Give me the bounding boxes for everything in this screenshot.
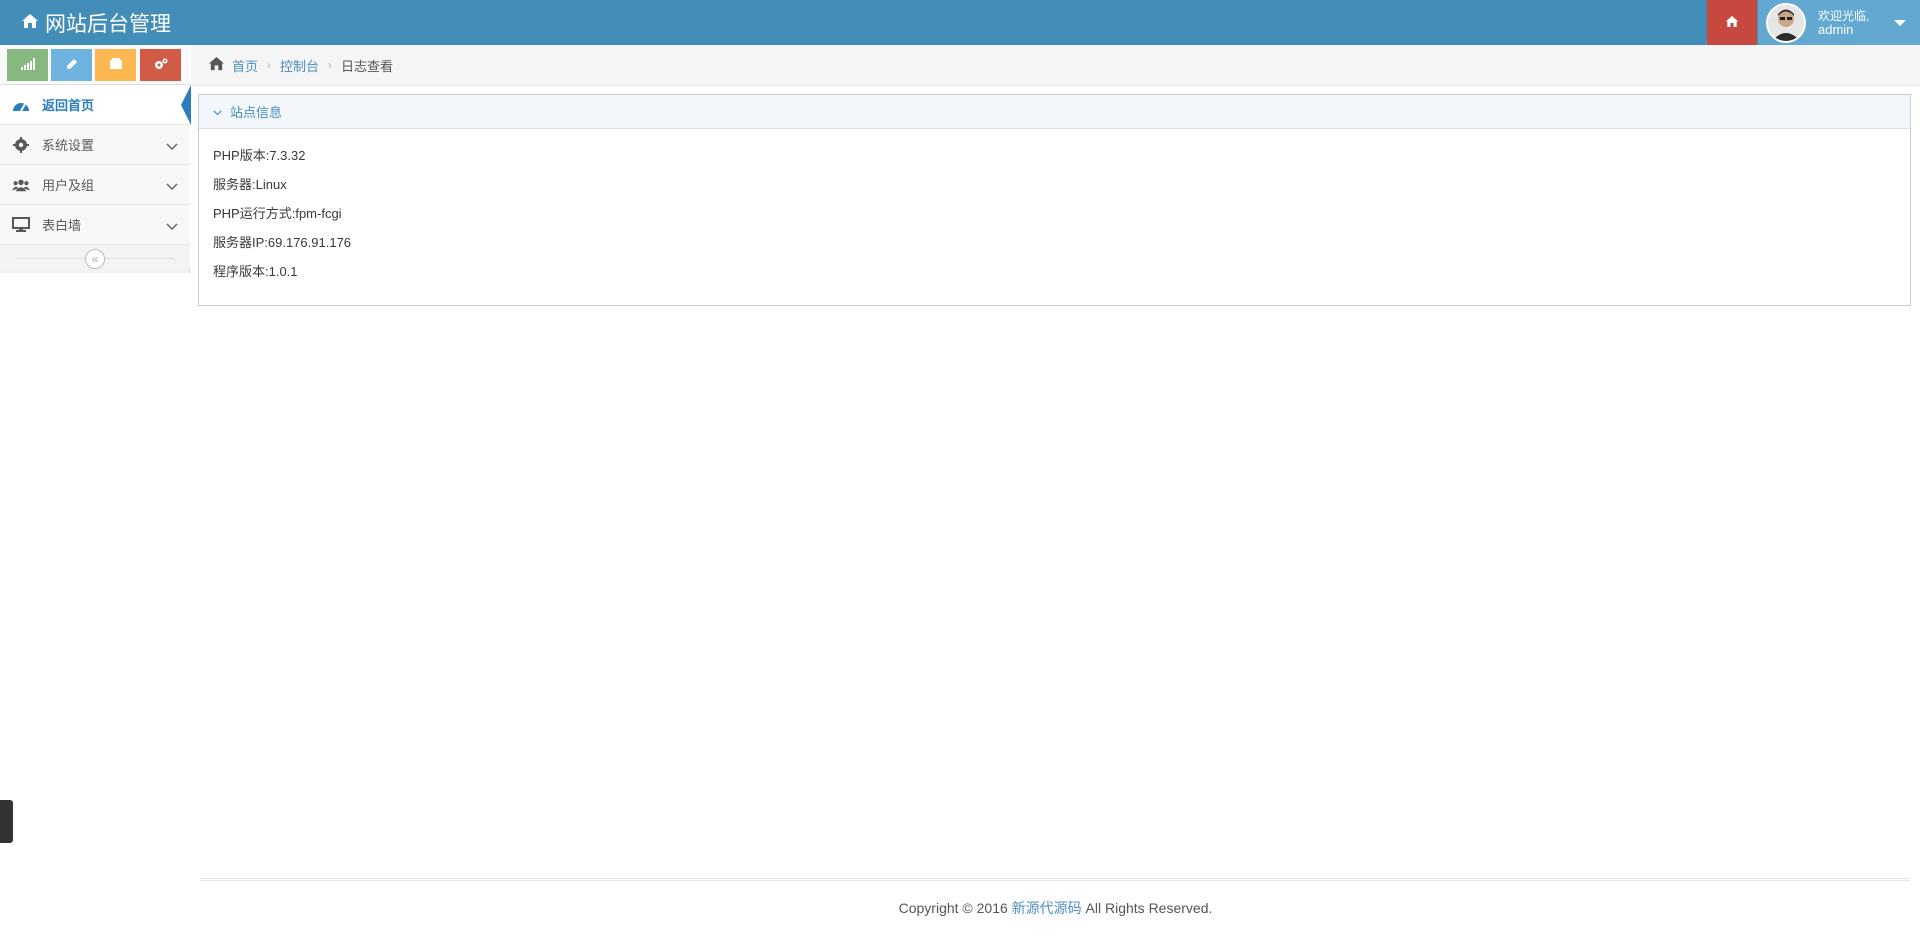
breadcrumb-console-link[interactable]: 控制台 — [280, 56, 319, 75]
shortcut-users-button[interactable] — [95, 49, 136, 81]
server-ip-row: 服务器IP:69.176.91.176 — [213, 235, 352, 250]
shortcut-stats-button[interactable] — [7, 49, 48, 81]
group-icon — [109, 57, 123, 73]
footer-brand-link[interactable]: 新源代源码 — [1012, 900, 1082, 916]
sidebar-item-home[interactable]: 返回首页 — [0, 85, 191, 125]
chevron-down-icon — [166, 219, 178, 234]
breadcrumb-separator-icon: › — [328, 58, 333, 72]
breadcrumb-home-link[interactable]: 首页 — [232, 56, 258, 75]
footer: Copyright © 2016 新源代源码 All Rights Reserv… — [191, 898, 1920, 918]
brand[interactable]: 网站后台管理 — [21, 0, 171, 45]
users-icon — [12, 178, 30, 192]
php-mode-row: PHP运行方式:fpm-fcgi — [213, 206, 342, 221]
php-version-row: PHP版本:7.3.32 — [213, 148, 306, 163]
breadcrumb: 首页 › 控制台 › 日志查看 — [191, 45, 1920, 86]
username: admin — [1818, 21, 1854, 37]
chevron-down-icon — [166, 179, 178, 194]
shortcut-settings-button[interactable] — [140, 49, 181, 81]
dashboard-icon — [12, 98, 30, 112]
footer-divider — [200, 878, 1910, 881]
sidebar-item-label: 用户及组 — [42, 178, 95, 193]
brand-title: 网站后台管理 — [45, 12, 171, 36]
caret-down-icon — [1894, 20, 1906, 26]
server-os-row: 服务器:Linux — [213, 177, 287, 192]
chevron-down-icon — [166, 139, 178, 154]
site-info-widget: 站点信息 PHP版本:7.3.32 服务器:Linux PHP运行方式:fpm-… — [198, 94, 1911, 306]
program-version-row: 程序版本:1.0.1 — [213, 264, 298, 279]
widget-header[interactable]: 站点信息 — [199, 95, 1910, 129]
sidebar: 返回首页 系统设置 用户及组 表白墙 « — [0, 45, 191, 273]
user-menu[interactable]: 欢迎光临, admin — [1758, 0, 1920, 45]
signal-icon — [20, 57, 35, 73]
widget-title: 站点信息 — [230, 105, 283, 120]
top-navbar: 网站后台管理 欢迎光临, admin — [0, 0, 1920, 45]
copyright-suffix: All Rights Reserved. — [1081, 900, 1213, 916]
shortcut-edit-button[interactable] — [51, 49, 92, 81]
sidebar-item-label: 返回首页 — [42, 98, 95, 113]
sidebar-item-confession-wall[interactable]: 表白墙 — [0, 205, 190, 245]
sidebar-item-label: 系统设置 — [42, 138, 95, 153]
user-info: 欢迎光临, admin — [1818, 9, 1869, 37]
gear-icon — [12, 136, 30, 153]
welcome-text: 欢迎光临, — [1818, 8, 1870, 23]
double-chevron-left-icon[interactable]: « — [85, 249, 105, 269]
sidebar-nav: 返回首页 系统设置 用户及组 表白墙 — [0, 85, 191, 245]
home-icon — [208, 56, 225, 74]
avatar — [1766, 2, 1806, 43]
breadcrumb-current: 日志查看 — [341, 58, 394, 74]
sidebar-item-label: 表白墙 — [42, 218, 82, 233]
sidebar-item-users-groups[interactable]: 用户及组 — [0, 165, 190, 205]
sidebar-shortcuts — [0, 45, 190, 85]
sidebar-collapse-bar: « — [0, 245, 190, 269]
chevron-down-icon — [213, 104, 222, 119]
breadcrumb-separator-icon: › — [267, 58, 272, 72]
copyright-prefix: Copyright © 2016 — [898, 900, 1012, 916]
sidebar-item-system-settings[interactable]: 系统设置 — [0, 125, 190, 165]
home-button[interactable] — [1707, 0, 1757, 45]
widget-body: PHP版本:7.3.32 服务器:Linux PHP运行方式:fpm-fcgi … — [199, 129, 1910, 298]
cogs-icon — [154, 58, 168, 73]
pencil-icon — [66, 58, 78, 73]
desktop-icon — [12, 217, 30, 232]
home-icon — [1725, 15, 1739, 31]
side-tool-handle[interactable] — [0, 800, 13, 843]
home-icon — [21, 11, 45, 35]
